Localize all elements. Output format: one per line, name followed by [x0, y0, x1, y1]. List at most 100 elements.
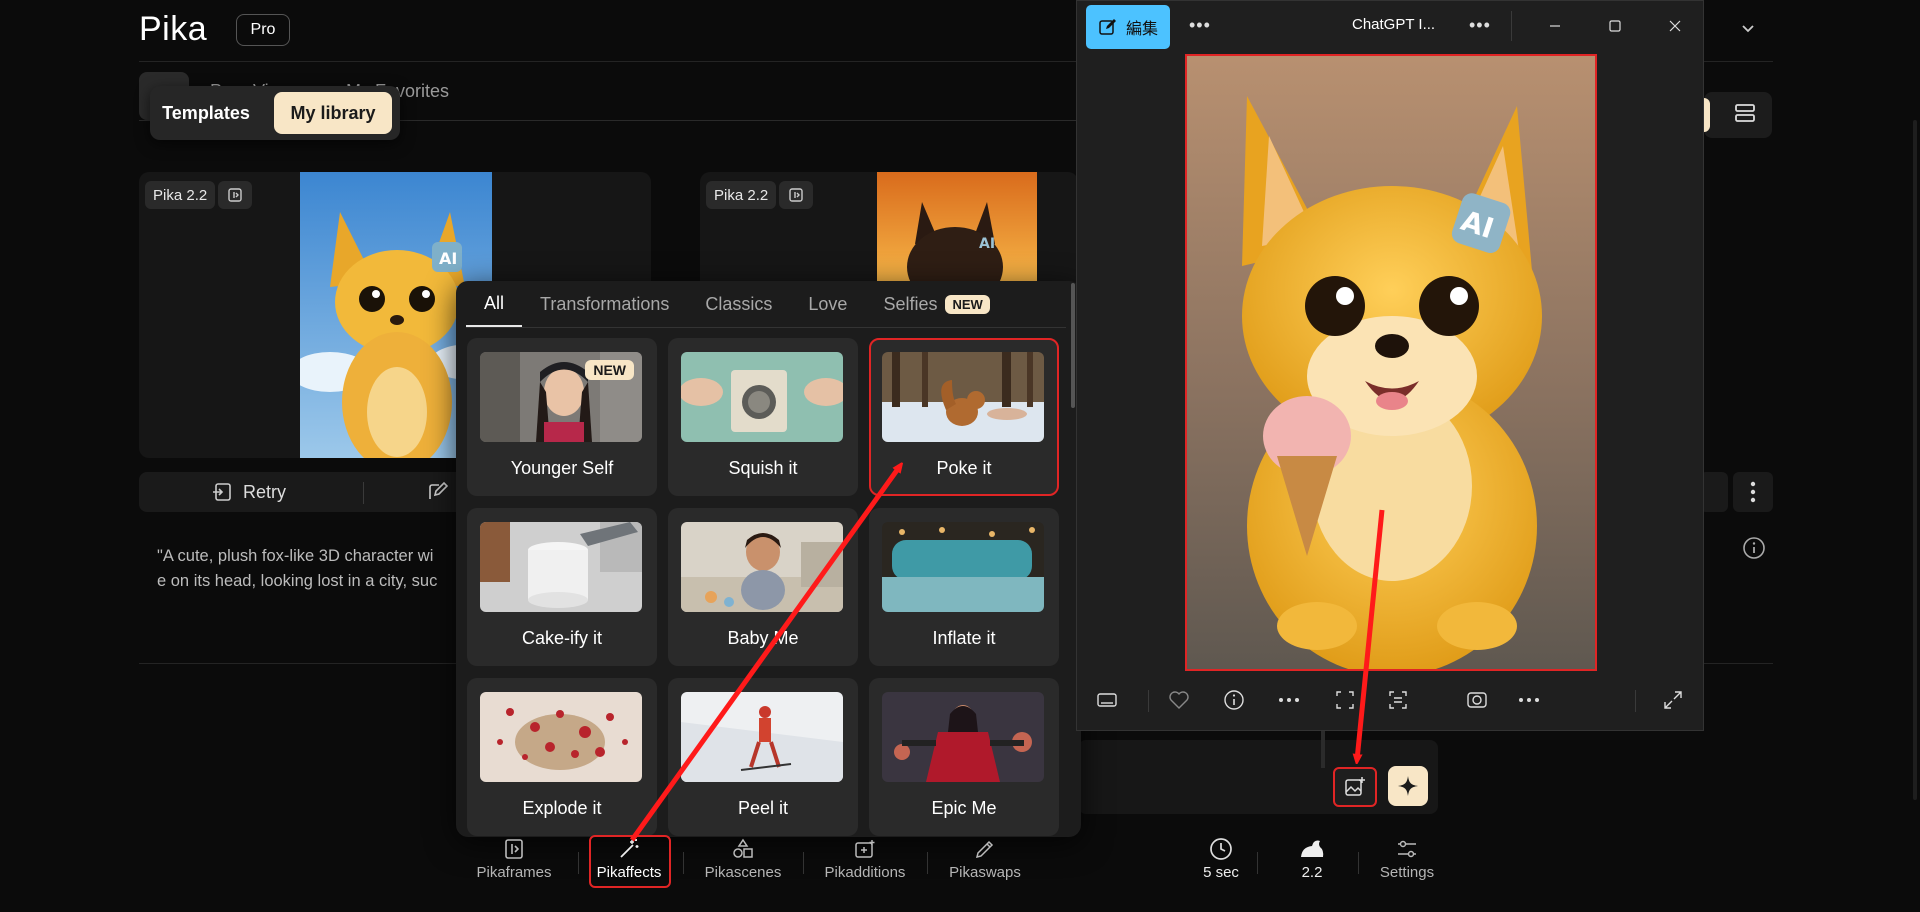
- effect-thumbnail: [882, 522, 1044, 612]
- toolbar-label: Pikaswaps: [949, 864, 1021, 881]
- toolbar-divider: [927, 852, 928, 874]
- effect-tile-baby-me[interactable]: Baby Me: [668, 508, 858, 666]
- edit-icon[interactable]: [426, 481, 449, 508]
- info-icon[interactable]: [1742, 536, 1766, 565]
- effect-tile-explode-it[interactable]: Explode it: [467, 678, 657, 836]
- card-more-button-ghost: [1700, 472, 1728, 512]
- my-library-toggle-button[interactable]: My library: [274, 92, 392, 134]
- sunset-fox-thumbnail: AI: [877, 172, 1037, 282]
- toolbar-pikascenes[interactable]: Pikascenes: [688, 834, 798, 881]
- card-model-label: Pika 2.2: [145, 181, 216, 209]
- more-options-icon[interactable]: •••: [1189, 15, 1211, 36]
- toolbar-pikaframes[interactable]: Pikaframes: [459, 834, 569, 881]
- effect-thumbnail: [681, 352, 843, 442]
- svg-text:AI: AI: [979, 236, 995, 252]
- toolbar-label: Pikadditions: [824, 864, 906, 881]
- effect-tile-cake-ify-it[interactable]: Cake-ify it: [467, 508, 657, 666]
- add-image-button[interactable]: [1333, 767, 1377, 807]
- retry-button[interactable]: Retry: [211, 472, 286, 512]
- templates-toggle-button[interactable]: Templates: [160, 92, 252, 134]
- close-icon[interactable]: [1653, 9, 1697, 43]
- settings-label: Settings: [1379, 864, 1435, 881]
- tab-selfies[interactable]: Selfies NEW: [865, 281, 1007, 327]
- tabs-divider: [466, 327, 1066, 328]
- kebab-icon: [1750, 481, 1756, 503]
- photos-viewer-window: 編集 ••• ChatGPT I... ••• AI: [1076, 0, 1704, 731]
- effect-tile-younger-self[interactable]: NEW Younger Self: [467, 338, 657, 496]
- minimize-icon[interactable]: [1533, 9, 1577, 43]
- maximize-icon[interactable]: [1593, 9, 1637, 43]
- more-options-icon[interactable]: [1511, 680, 1547, 720]
- pika-logo[interactable]: Pika: [139, 10, 207, 49]
- edit-button[interactable]: 編集: [1086, 5, 1170, 49]
- chevron-down-icon[interactable]: [1740, 20, 1756, 41]
- visual-search-icon[interactable]: [1459, 680, 1495, 720]
- tab-classics[interactable]: Classics: [687, 281, 790, 327]
- model-selector[interactable]: 2.2: [1257, 834, 1367, 881]
- toolbar-pikaswaps[interactable]: Pikaswaps: [930, 834, 1040, 881]
- title-divider: [1511, 11, 1512, 41]
- favorite-heart-icon[interactable]: [1161, 680, 1197, 720]
- card-model-label: Pika 2.2: [706, 181, 777, 209]
- toolbar-pikadditions[interactable]: Pikadditions: [810, 834, 920, 881]
- model-value: 2.2: [1301, 864, 1323, 881]
- retry-icon: [213, 483, 231, 501]
- tab-selfies-label: Selfies: [883, 293, 938, 314]
- swap-brush-icon: [930, 834, 1040, 864]
- fox-photo-preview[interactable]: AI: [1185, 54, 1597, 671]
- pro-plan-badge[interactable]: Pro: [236, 14, 290, 46]
- prompt-input-box[interactable]: [1078, 740, 1438, 814]
- effect-thumbnail: [480, 522, 642, 612]
- effect-thumbnail: [882, 692, 1044, 782]
- tab-love[interactable]: Love: [790, 281, 865, 327]
- more-options-icon[interactable]: [1271, 680, 1307, 720]
- effect-tile-poke-it[interactable]: Poke it: [869, 338, 1059, 496]
- effect-tile-epic-me[interactable]: Epic Me: [869, 678, 1059, 836]
- add-image-icon: [1345, 777, 1365, 796]
- effect-tile-squish-it[interactable]: Squish it: [668, 338, 858, 496]
- effect-label: Poke it: [936, 458, 992, 478]
- page-scrollbar[interactable]: [1913, 120, 1917, 800]
- card-more-button[interactable]: [1733, 472, 1773, 512]
- filmstrip-icon[interactable]: [1089, 680, 1125, 720]
- effect-label: Inflate it: [932, 628, 996, 648]
- window-title: ChatGPT I...: [1352, 16, 1436, 33]
- list-view-icon[interactable]: [1734, 102, 1756, 129]
- generate-button[interactable]: [1388, 766, 1428, 806]
- action-divider: [363, 482, 364, 504]
- library-toggle: Templates My library: [150, 86, 400, 140]
- title-more-icon[interactable]: •••: [1469, 15, 1491, 36]
- panel-scrollbar[interactable]: [1071, 283, 1075, 408]
- toolbar-divider: [1148, 690, 1149, 712]
- frames-icon: [218, 181, 252, 209]
- tab-all[interactable]: All: [466, 281, 523, 327]
- info-icon[interactable]: [1216, 680, 1252, 720]
- crop-icon[interactable]: [1327, 680, 1363, 720]
- effect-label: Epic Me: [931, 798, 997, 818]
- toolbar-divider: [803, 852, 804, 874]
- new-badge: NEW: [945, 294, 990, 314]
- pikaffects-panel: All Transformations Classics Love Selfie…: [456, 281, 1081, 837]
- prompt-description-line-1: "A cute, plush fox-like 3D character wi: [157, 547, 434, 565]
- effect-tile-peel-it[interactable]: Peel it: [668, 678, 858, 836]
- new-badge: NEW: [585, 360, 634, 380]
- shapes-icon: [688, 834, 798, 864]
- effect-thumbnail: [882, 352, 1044, 442]
- rabbit-icon: [1257, 834, 1367, 864]
- effect-label: Younger Self: [510, 458, 614, 478]
- toolbar-label: Pikaframes: [476, 864, 552, 881]
- view-toggle-active[interactable]: [1704, 98, 1710, 132]
- svg-text:AI: AI: [439, 249, 457, 268]
- text-scan-icon[interactable]: [1380, 680, 1416, 720]
- effects-tabs: All Transformations Classics Love Selfie…: [466, 281, 1008, 327]
- sliders-icon: [1352, 834, 1462, 864]
- effect-tile-inflate-it[interactable]: Inflate it: [869, 508, 1059, 666]
- tab-transformations[interactable]: Transformations: [522, 281, 687, 327]
- effect-label: Squish it: [728, 458, 798, 478]
- expand-icon[interactable]: [1655, 680, 1691, 720]
- edit-label: 編集: [1125, 21, 1158, 38]
- toolbar-divider: [683, 852, 684, 874]
- settings-button[interactable]: Settings: [1352, 834, 1462, 881]
- effect-label: Explode it: [522, 798, 602, 818]
- sparkle-icon: [1398, 776, 1418, 796]
